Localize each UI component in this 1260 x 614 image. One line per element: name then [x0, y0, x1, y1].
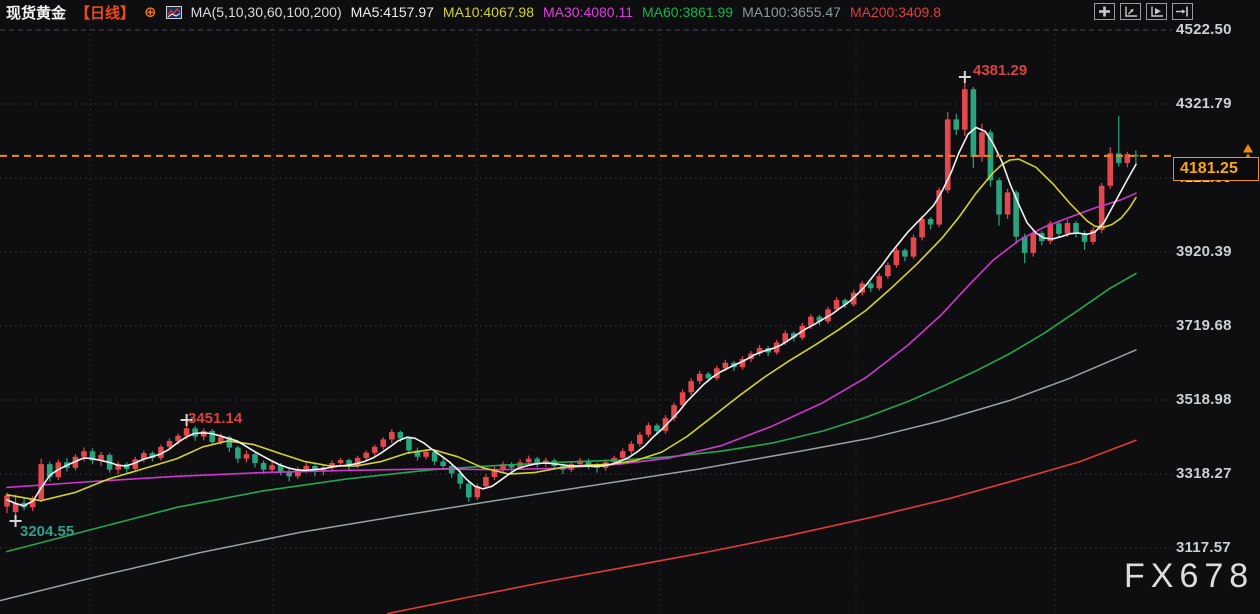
axis-price-label: 3920.39 — [1176, 243, 1232, 260]
axis-price-label: 3117.57 — [1176, 539, 1231, 556]
axis-price-label: 4522.50 — [1176, 21, 1232, 38]
ma-params-label[interactable]: MA(5,10,30,60,100,200) — [191, 4, 342, 20]
indicator-settings-icon[interactable] — [166, 6, 182, 19]
pan-icon[interactable] — [1094, 3, 1115, 20]
shift-right-icon[interactable] — [1172, 3, 1193, 20]
axis-price-label: 4321.79 — [1176, 95, 1232, 112]
ma100-value-label: MA100:3655.47 — [742, 4, 841, 20]
ma30-value-label: MA30:4080.11 — [543, 4, 633, 20]
ma10-value-label: MA10:4067.98 — [443, 4, 534, 20]
crosshair-target-icon[interactable]: ⊕ — [144, 3, 157, 21]
ma200-value-label: MA200:3409.8 — [850, 4, 941, 20]
candlestick-chart[interactable] — [0, 0, 1260, 614]
price-axis[interactable]: 4522.504321.794121.093920.393719.683518.… — [1176, 0, 1260, 614]
axis-price-label: 3318.27 — [1176, 465, 1232, 482]
last-price-value: 4181.25 — [1180, 160, 1238, 177]
timeframe-label[interactable]: 【日线】 — [75, 2, 135, 23]
scale-y-axis-icon[interactable] — [1120, 3, 1141, 20]
chart-toolbar — [1094, 3, 1193, 20]
chart-header: 现货黄金 【日线】 ⊕ MA(5,10,30,60,100,200) MA5:4… — [6, 2, 941, 22]
axis-price-label: 3518.98 — [1176, 391, 1232, 408]
instrument-title: 现货黄金 — [6, 2, 66, 23]
ma5-value-label: MA5:4157.97 — [351, 4, 434, 20]
watermark: FX678 — [1124, 557, 1254, 596]
last-price-tag: 4181.25 — [1173, 157, 1259, 181]
scale-x-axis-icon[interactable] — [1146, 3, 1167, 20]
axis-price-label: 3719.68 — [1176, 317, 1232, 334]
ma60-value-label: MA60:3861.99 — [642, 4, 733, 20]
chart-window: 现货黄金 【日线】 ⊕ MA(5,10,30,60,100,200) MA5:4… — [0, 0, 1260, 614]
